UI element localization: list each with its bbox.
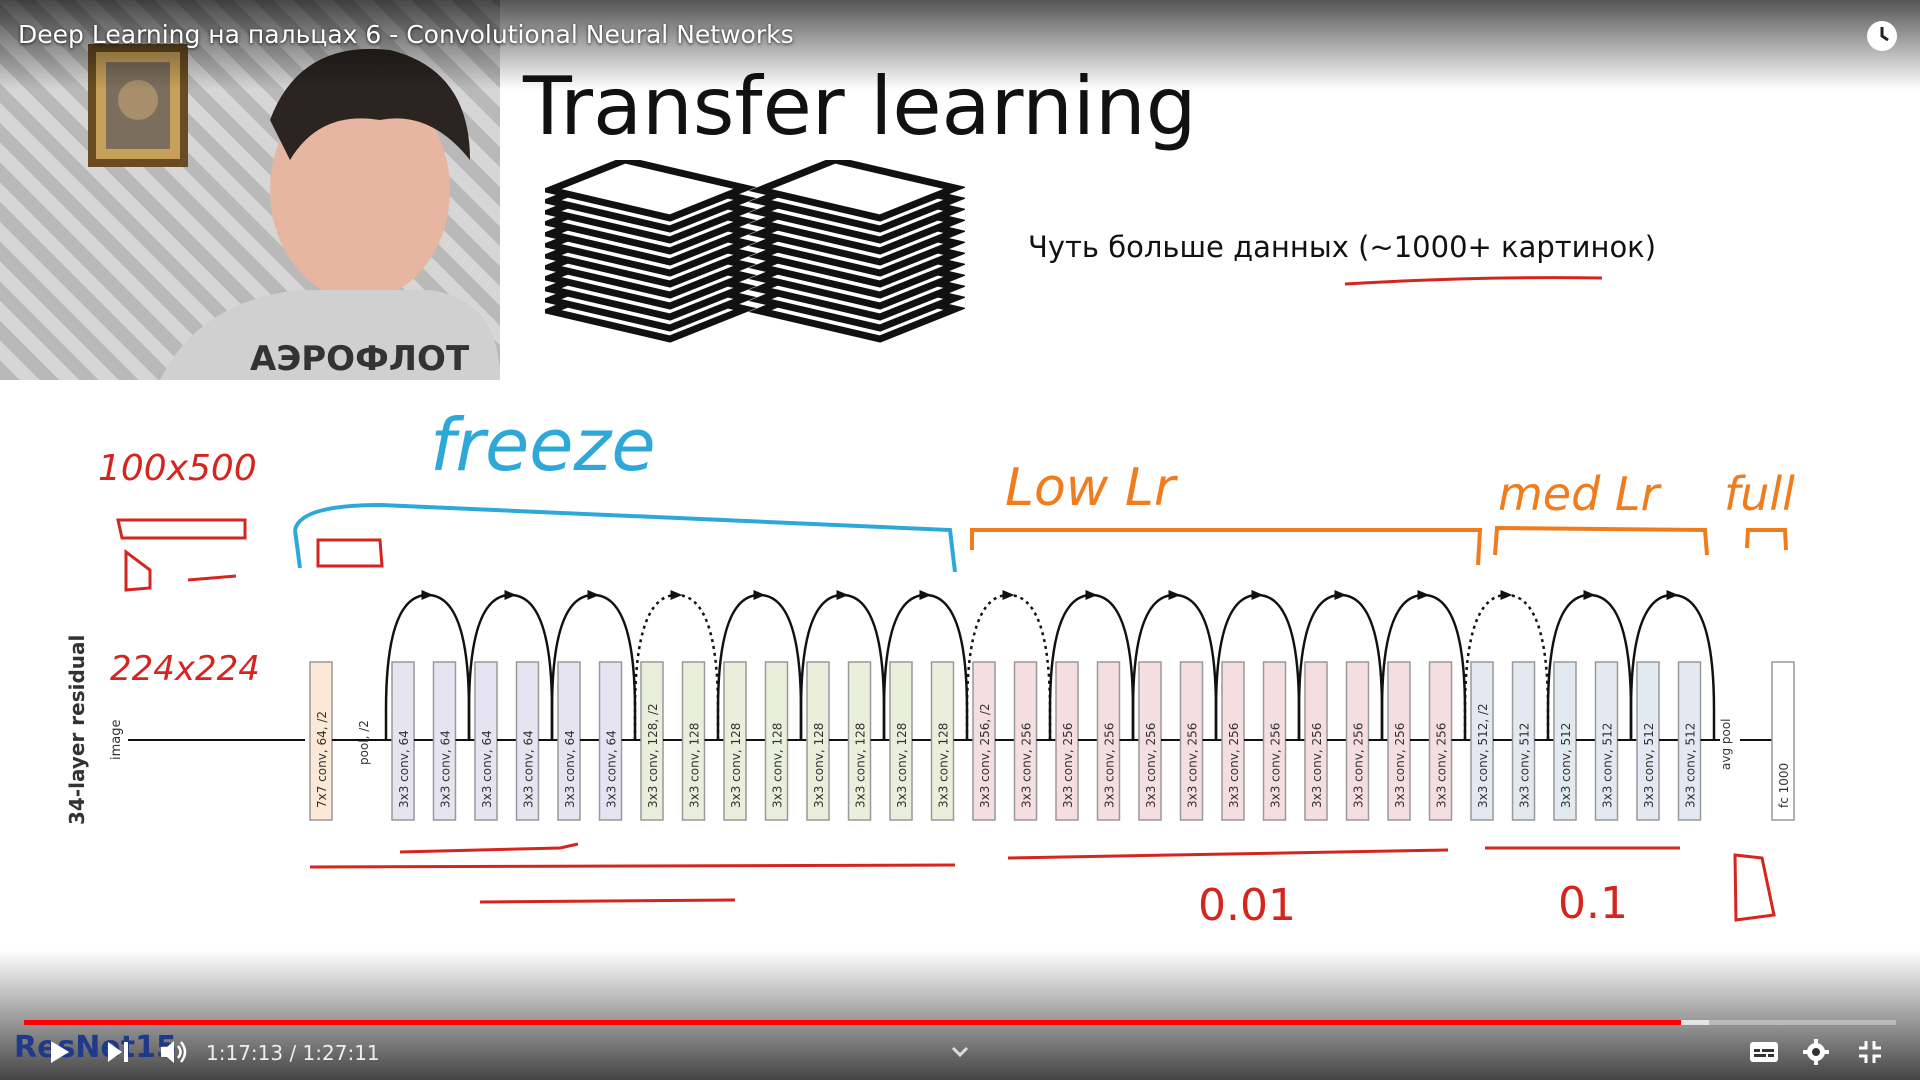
- layer-27-label: 3x3 conv, 512, /2: [1476, 703, 1490, 808]
- skip-arrowhead: [1085, 590, 1098, 600]
- layer-22-label: 3x3 conv, 256: [1269, 723, 1283, 808]
- settings-button[interactable]: [1796, 1030, 1836, 1074]
- time-display: 1:17:13 / 1:27:11: [206, 1041, 380, 1065]
- lr-01-label: 0.1: [1558, 878, 1628, 929]
- data-stack-left: [545, 160, 757, 343]
- layer-13-label: 3x3 conv, 128: [895, 723, 909, 808]
- low-span-line: [1007, 848, 1449, 860]
- subtitles-icon: [1750, 1042, 1778, 1062]
- exit-fullscreen-button[interactable]: [1850, 1030, 1890, 1074]
- exit-fullscreen-icon: [1859, 1041, 1881, 1063]
- skip-arrowhead: [919, 590, 932, 600]
- skip-arrowhead: [1334, 590, 1347, 600]
- layer-12-label: 3x3 conv, 128: [854, 723, 868, 808]
- pool-label: pool, /2: [357, 720, 371, 765]
- skip-arrowhead: [1251, 590, 1264, 600]
- skip-arrowhead: [753, 590, 766, 600]
- next-button[interactable]: [98, 1030, 138, 1074]
- data-stack-illustration: [545, 160, 965, 343]
- layer-32-label: 3x3 conv, 512: [1684, 723, 1698, 808]
- input-label: image: [109, 720, 124, 761]
- network-label: 34-layer residual: [65, 635, 89, 825]
- skip-arrowhead: [1417, 590, 1430, 600]
- layer-fc-label: fc 1000: [1777, 763, 1791, 808]
- freeze-bracket: [293, 502, 957, 573]
- shirt-text: АЭРОФЛОТ: [250, 339, 470, 379]
- volume-icon: [161, 1041, 187, 1063]
- layer-9-label: 3x3 conv, 128: [729, 723, 743, 808]
- play-icon: [51, 1041, 69, 1063]
- play-button[interactable]: [40, 1030, 80, 1074]
- progress-bar[interactable]: [24, 1020, 1896, 1025]
- volume-button[interactable]: [154, 1030, 194, 1074]
- chevron-down-icon[interactable]: [946, 1030, 974, 1074]
- layer-26-label: 3x3 conv, 256: [1435, 723, 1449, 808]
- skip-arrowhead: [1666, 590, 1679, 600]
- layer-4-label: 3x3 conv, 64: [522, 730, 536, 808]
- skip-arrowhead: [1500, 590, 1513, 600]
- full-bracket: [1745, 528, 1788, 551]
- layer-29-label: 3x3 conv, 512: [1559, 723, 1573, 808]
- layer-stack: 7x7 conv, 64, /2 pool, /2 3x3 conv, 64 3x3 …: [309, 661, 1795, 821]
- slide-caption: Чуть больше данных (~1000+ картинок): [1028, 230, 1657, 264]
- caption-underline: [1344, 276, 1603, 286]
- skip-arrowhead: [1583, 590, 1596, 600]
- size-small-label: 100x500: [98, 448, 257, 489]
- video-title[interactable]: Deep Learning на пальцах 6 - Convolution…: [18, 20, 794, 49]
- layer-5-label: 3x3 conv, 64: [563, 730, 577, 808]
- layer-8-label: 3x3 conv, 128: [688, 723, 702, 808]
- layer-16-label: 3x3 conv, 256: [1020, 723, 1034, 808]
- layer-6-label: 3x3 conv, 64: [605, 730, 619, 808]
- resnet-diagram: freeze Low Lr med Lr full 100x500 224x22…: [65, 403, 1795, 931]
- layer-31-label: 3x3 conv, 512: [1642, 723, 1656, 808]
- layer-25-label: 3x3 conv, 256: [1393, 723, 1407, 808]
- layer-10-label: 3x3 conv, 128: [771, 723, 785, 808]
- layer-18-label: 3x3 conv, 256: [1103, 723, 1117, 808]
- layer-30-label: 3x3 conv, 512: [1601, 723, 1615, 808]
- gear-icon: [1803, 1039, 1829, 1065]
- layer-20-label: 3x3 conv, 256: [1186, 723, 1200, 808]
- layer-conv7-label: 7x7 conv, 64, /2: [315, 711, 329, 808]
- low-lr-label: Low Lr: [1005, 458, 1179, 518]
- layer-19-label: 3x3 conv, 256: [1144, 723, 1158, 808]
- layer-2-label: 3x3 conv, 64: [439, 730, 453, 808]
- layer-1-label: 3x3 conv, 64: [397, 730, 411, 808]
- skip-arrowhead: [504, 590, 517, 600]
- subtitles-button[interactable]: [1744, 1030, 1784, 1074]
- skip-arrowhead: [670, 590, 683, 600]
- freeze-span-line: [309, 863, 956, 869]
- skip-arrowhead: [587, 590, 600, 600]
- skip-arrowhead: [836, 590, 849, 600]
- progress-played: [24, 1020, 1681, 1025]
- layer-24-label: 3x3 conv, 256: [1352, 723, 1366, 808]
- avg-pool-label: avg pool: [1719, 718, 1733, 770]
- low-lr-bracket: [970, 528, 1483, 566]
- next-icon: [108, 1042, 128, 1062]
- full-label: full: [1724, 467, 1795, 521]
- skip-arrowhead: [1168, 590, 1181, 600]
- layer-15-label: 3x3 conv, 256, /2: [978, 703, 992, 808]
- skip-arrowhead: [421, 590, 434, 600]
- data-stack-right: [748, 160, 965, 343]
- size-input-label: 224x224: [110, 649, 260, 689]
- layer-21-label: 3x3 conv, 256: [1227, 723, 1241, 808]
- layer-3-label: 3x3 conv, 64: [480, 730, 494, 808]
- layer-11-label: 3x3 conv, 128: [812, 723, 826, 808]
- med-lr-label: med Lr: [1498, 467, 1663, 521]
- skip-arrowhead: [1002, 590, 1015, 600]
- layer-28-label: 3x3 conv, 512: [1518, 723, 1532, 808]
- layer-23-label: 3x3 conv, 256: [1310, 723, 1324, 808]
- clock-icon[interactable]: [1866, 20, 1898, 56]
- lr-001-label: 0.01: [1198, 880, 1296, 931]
- layer-7-label: 3x3 conv, 128, /2: [646, 703, 660, 808]
- video-frame: АЭРОФЛОТ Deep Learning на пальцах 6 - Co…: [0, 0, 1920, 1080]
- layer-17-label: 3x3 conv, 256: [1061, 723, 1075, 808]
- freeze-label: freeze: [430, 403, 656, 487]
- layer-14-label: 3x3 conv, 128: [937, 723, 951, 808]
- med-lr-bracket: [1493, 525, 1709, 556]
